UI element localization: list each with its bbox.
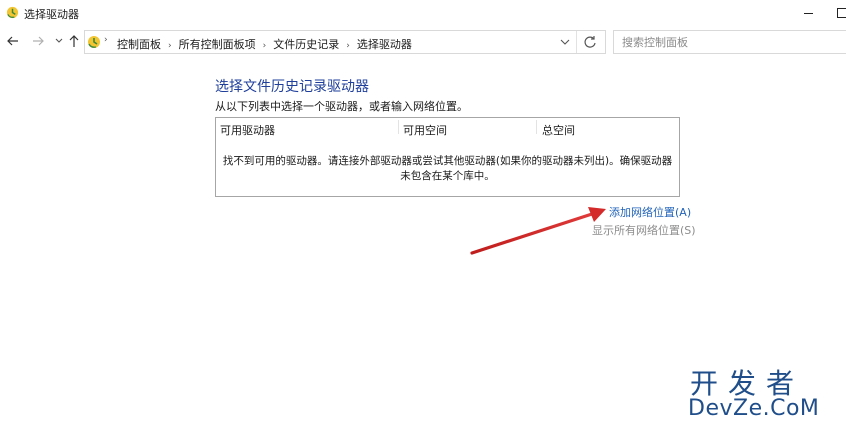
breadcrumb-item-control-panel[interactable]: 控制面板 <box>117 38 161 51</box>
chevron-down-icon[interactable] <box>51 33 67 49</box>
breadcrumb-item-all-items[interactable]: 所有控制面板项 <box>179 38 256 51</box>
arrow-left-icon[interactable] <box>5 33 21 49</box>
divider <box>576 31 577 53</box>
search-box[interactable] <box>613 30 846 54</box>
navigation-bar: › 控制面板 › 所有控制面板项 › 文件历史记录 › 选择驱动器 <box>0 28 846 56</box>
drive-list[interactable]: 可用驱动器 可用空间 总空间 找不到可用的驱动器。请连接外部驱动器或尝试其他驱动… <box>215 117 680 197</box>
title-bar: 选择驱动器 <box>0 0 846 26</box>
watermark-logo: 开发者 DevZe.CoM <box>686 362 842 424</box>
file-history-icon <box>6 6 19 19</box>
arrow-right-icon[interactable] <box>30 33 46 49</box>
column-divider[interactable] <box>398 120 399 134</box>
address-bar[interactable]: › 控制面板 › 所有控制面板项 › 文件历史记录 › 选择驱动器 <box>84 30 606 54</box>
add-network-location-link[interactable]: 添加网络位置(A) <box>609 204 691 220</box>
annotation-arrow-icon <box>470 207 606 255</box>
chevron-right-icon[interactable]: › <box>263 41 267 51</box>
column-header-free-space[interactable]: 可用空间 <box>403 122 447 138</box>
minimize-button[interactable] <box>800 4 818 22</box>
column-divider[interactable] <box>536 120 537 134</box>
column-header-available-drive[interactable]: 可用驱动器 <box>220 122 275 138</box>
file-history-icon <box>88 36 100 48</box>
window-title: 选择驱动器 <box>24 8 79 21</box>
chevron-right-icon[interactable]: › <box>168 41 172 51</box>
instruction-text: 从以下列表中选择一个驱动器，或者输入网络位置。 <box>215 100 468 113</box>
breadcrumb-item-select-drive[interactable]: 选择驱动器 <box>357 38 412 51</box>
breadcrumb: 控制面板 › 所有控制面板项 › 文件历史记录 › 选择驱动器 <box>117 36 412 52</box>
chevron-down-icon[interactable] <box>557 34 573 50</box>
column-header-total-space[interactable]: 总空间 <box>542 122 575 138</box>
breadcrumb-item-file-history[interactable]: 文件历史记录 <box>273 38 339 51</box>
search-input[interactable] <box>614 31 846 53</box>
page-title: 选择文件历史记录驱动器 <box>215 79 369 95</box>
watermark-domain: DevZe.CoM <box>688 396 820 421</box>
maximize-button[interactable] <box>834 4 846 22</box>
refresh-icon[interactable] <box>582 34 598 50</box>
arrow-up-icon[interactable] <box>66 33 82 49</box>
chevron-right-icon[interactable]: › <box>104 35 108 45</box>
empty-list-message: 找不到可用的驱动器。请连接外部驱动器或尝试其他驱动器(如果你的驱动器未列出)。确… <box>222 155 673 182</box>
chevron-right-icon[interactable]: › <box>346 41 350 51</box>
